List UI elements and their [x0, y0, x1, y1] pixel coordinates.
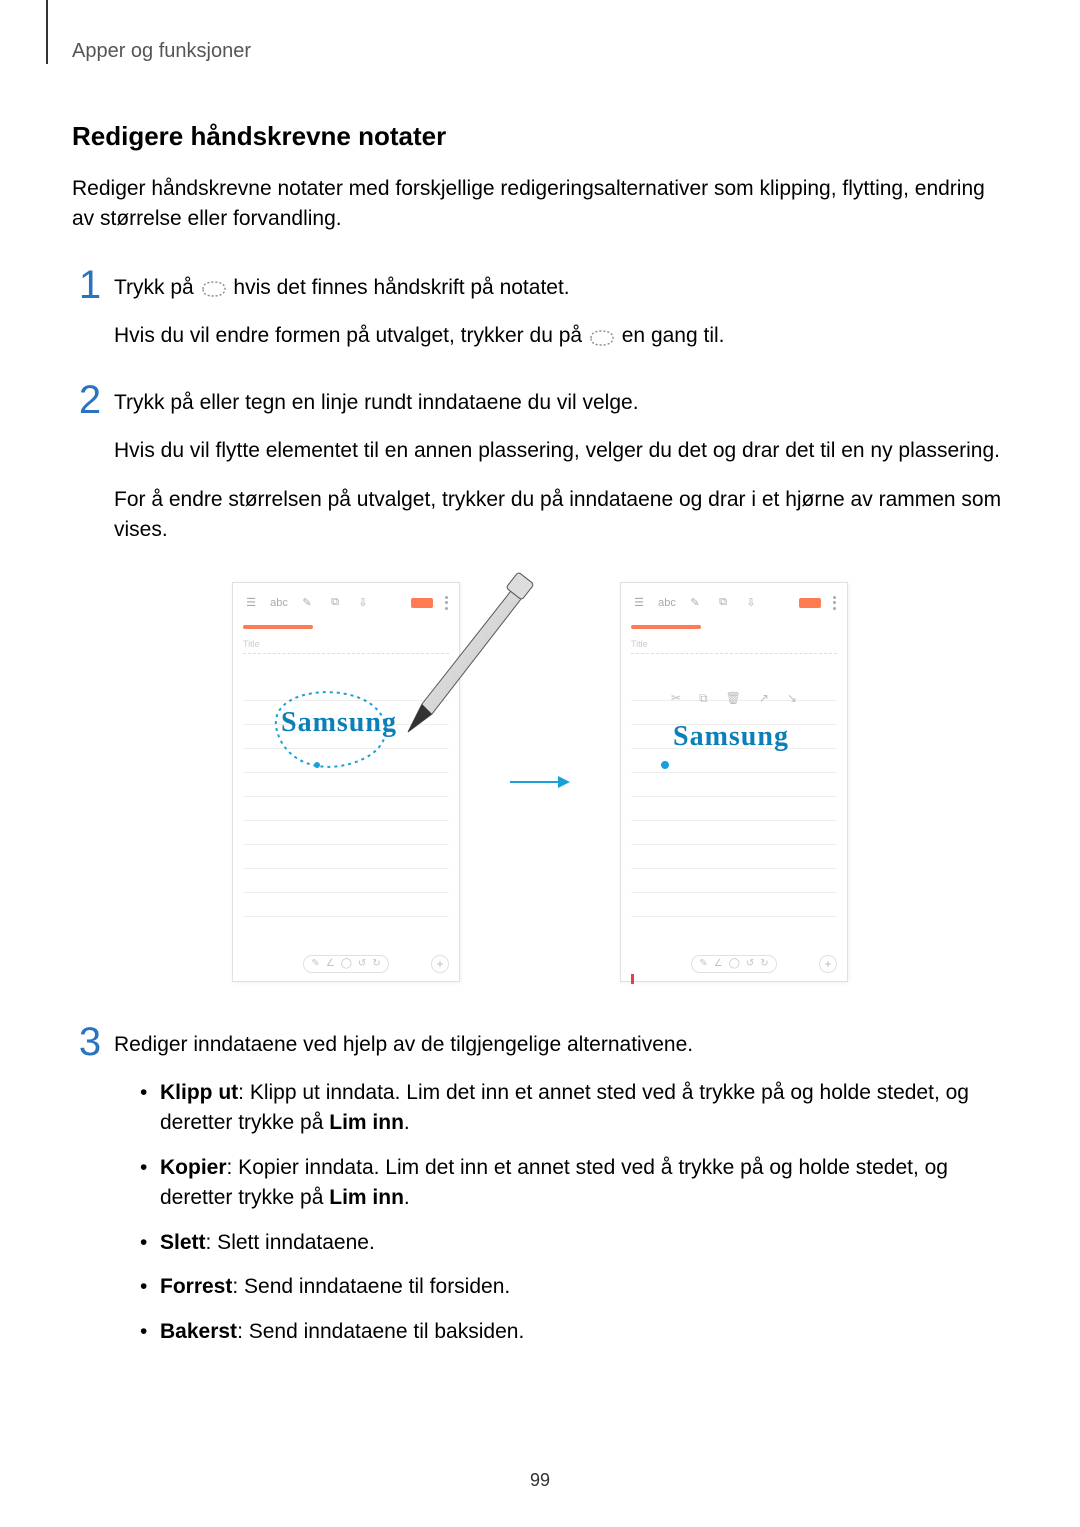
selection-icon	[588, 326, 616, 344]
option-back-text: : Send inndataene til baksiden.	[237, 1320, 524, 1343]
copy-icon: ⧉	[699, 691, 708, 706]
step-1-text-c: Hvis du vil endre formen på utvalget, tr…	[114, 324, 588, 347]
toolbar-icon: ☰	[243, 595, 259, 611]
handwriting-right: Samsung	[673, 721, 789, 753]
paste-label: Lim inn	[329, 1111, 404, 1134]
step-2-line-2: Hvis du vil flytte elementet til en anne…	[114, 436, 1008, 466]
illus-screen-left: ☰ abc ✎ ⧉ ⇩ Title	[232, 582, 460, 982]
step-1-line-1: Trykk på hvis det finnes håndskrift på n…	[114, 273, 1008, 303]
option-cut-label: Klipp ut	[160, 1081, 238, 1104]
illus-toolbar-right: ☰ abc ✎ ⧉ ⇩	[621, 589, 847, 617]
toolbar-icon: abc	[659, 595, 675, 611]
title-rule	[631, 653, 837, 654]
step-1-text-d: en gang til.	[622, 324, 725, 347]
options-list: Klipp ut: Klipp ut inndata. Lim det inn …	[114, 1078, 1008, 1347]
option-cut-text: : Klipp ut inndata. Lim det inn et annet…	[160, 1081, 969, 1134]
cursor-indicator	[631, 974, 634, 984]
handwriting-left: Samsung	[281, 707, 397, 739]
bottom-tools: ✎ ∠ ◯ ↺ ↻ +	[631, 955, 837, 973]
intro-paragraph: Rediger håndskrevne notater med forskjel…	[72, 174, 1008, 235]
toolbar-icon: abc	[271, 595, 287, 611]
step-2-line-3: For å endre størrelsen på utvalget, tryk…	[114, 485, 1008, 546]
writing-area	[631, 677, 837, 935]
illus-screen-right: ☰ abc ✎ ⧉ ⇩ Title ✂ ⧉ 🗑	[620, 582, 848, 982]
step-3: 3 Rediger inndataene ved hjelp av de til…	[72, 1022, 1008, 1362]
selection-handle-icon	[661, 761, 669, 769]
option-delete: Slett: Slett inndataene.	[138, 1228, 1008, 1258]
arrow-icon	[510, 772, 570, 792]
to-front-icon: ↗	[759, 691, 769, 706]
toolbar-icon: ☰	[631, 595, 647, 611]
selection-icon	[200, 277, 228, 295]
step-1-text-b: hvis det finnes håndskrift på notatet.	[233, 276, 569, 299]
left-margin-rule	[46, 0, 48, 64]
recent-underline	[243, 625, 313, 629]
step-1: 1 Trykk på hvis det finnes håndskrift på…	[72, 265, 1008, 370]
tool-pill: ✎ ∠ ◯ ↺ ↻	[691, 955, 777, 973]
page-content: Apper og funksjoner Redigere håndskrevne…	[0, 0, 1080, 1361]
step-2-line-1: Trykk på eller tegn en linje rundt innda…	[114, 388, 1008, 418]
step-2: 2 Trykk på eller tegn en linje rundt inn…	[72, 380, 1008, 564]
selection-context-menu: ✂ ⧉ 🗑 ↗ ↘	[645, 691, 823, 706]
toolbar-icon: ✎	[687, 595, 703, 611]
tool-pill: ✎ ∠ ◯ ↺ ↻	[303, 955, 389, 973]
toolbar-icon: ✎	[299, 595, 315, 611]
toolbar-icon: ⇩	[743, 595, 759, 611]
option-copy-end: .	[404, 1186, 410, 1209]
toolbar-icon: ⧉	[715, 595, 731, 611]
delete-icon: 🗑	[726, 691, 741, 706]
add-button-icon: +	[819, 955, 837, 973]
option-copy-text: : Kopier inndata. Lim det inn et annet s…	[160, 1156, 948, 1209]
to-back-icon: ↘	[787, 691, 797, 706]
option-front: Forrest: Send inndataene til forsiden.	[138, 1272, 1008, 1302]
option-front-text: : Send inndataene til forsiden.	[232, 1275, 510, 1298]
illus-toolbar-left: ☰ abc ✎ ⧉ ⇩	[233, 589, 459, 617]
option-back: Bakerst: Send inndataene til baksiden.	[138, 1317, 1008, 1347]
cut-icon: ✂	[671, 691, 681, 706]
title-placeholder: Title	[243, 639, 260, 649]
title-placeholder: Title	[631, 639, 648, 649]
option-back-label: Bakerst	[160, 1320, 237, 1343]
paste-label: Lim inn	[329, 1186, 404, 1209]
breadcrumb: Apper og funksjoner	[72, 40, 1008, 63]
recent-underline	[631, 625, 701, 629]
option-cut-end: .	[404, 1111, 410, 1134]
step-number: 1	[72, 265, 108, 305]
option-front-label: Forrest	[160, 1275, 232, 1298]
toolbar-icon: ⇩	[355, 595, 371, 611]
step-number: 3	[72, 1022, 108, 1062]
option-delete-label: Slett	[160, 1231, 206, 1254]
more-icon	[833, 596, 837, 610]
bottom-tools: ✎ ∠ ◯ ↺ ↻ +	[243, 955, 449, 973]
step-1-text-a: Trykk på	[114, 276, 200, 299]
title-rule	[243, 653, 449, 654]
section-title: Redigere håndskrevne notater	[72, 121, 1008, 152]
option-delete-text: : Slett inndataene.	[206, 1231, 375, 1254]
option-copy-label: Kopier	[160, 1156, 227, 1179]
step-1-line-2: Hvis du vil endre formen på utvalget, tr…	[114, 321, 1008, 351]
step-number: 2	[72, 380, 108, 420]
option-cut: Klipp ut: Klipp ut inndata. Lim det inn …	[138, 1078, 1008, 1139]
more-icon	[445, 596, 449, 610]
option-copy: Kopier: Kopier inndata. Lim det inn et a…	[138, 1153, 1008, 1214]
page-number: 99	[0, 1470, 1080, 1491]
save-badge	[411, 598, 433, 608]
add-button-icon: +	[431, 955, 449, 973]
step-3-line-1: Rediger inndataene ved hjelp av de tilgj…	[114, 1030, 1008, 1060]
toolbar-icon: ⧉	[327, 595, 343, 611]
illustration: ☰ abc ✎ ⧉ ⇩ Title	[72, 582, 1008, 982]
save-badge	[799, 598, 821, 608]
